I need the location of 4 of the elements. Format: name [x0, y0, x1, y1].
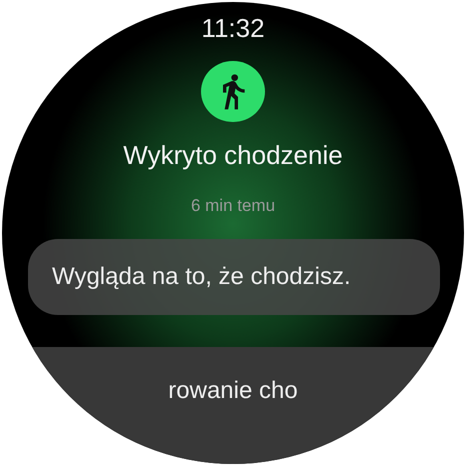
time-ago: 6 min temu [190, 195, 276, 218]
clock-time: 11:32 [201, 12, 265, 43]
notification-title: Wykryto chodzenie [123, 139, 343, 172]
message-card[interactable]: Wygląda na to, że chodzisz. [28, 238, 440, 316]
